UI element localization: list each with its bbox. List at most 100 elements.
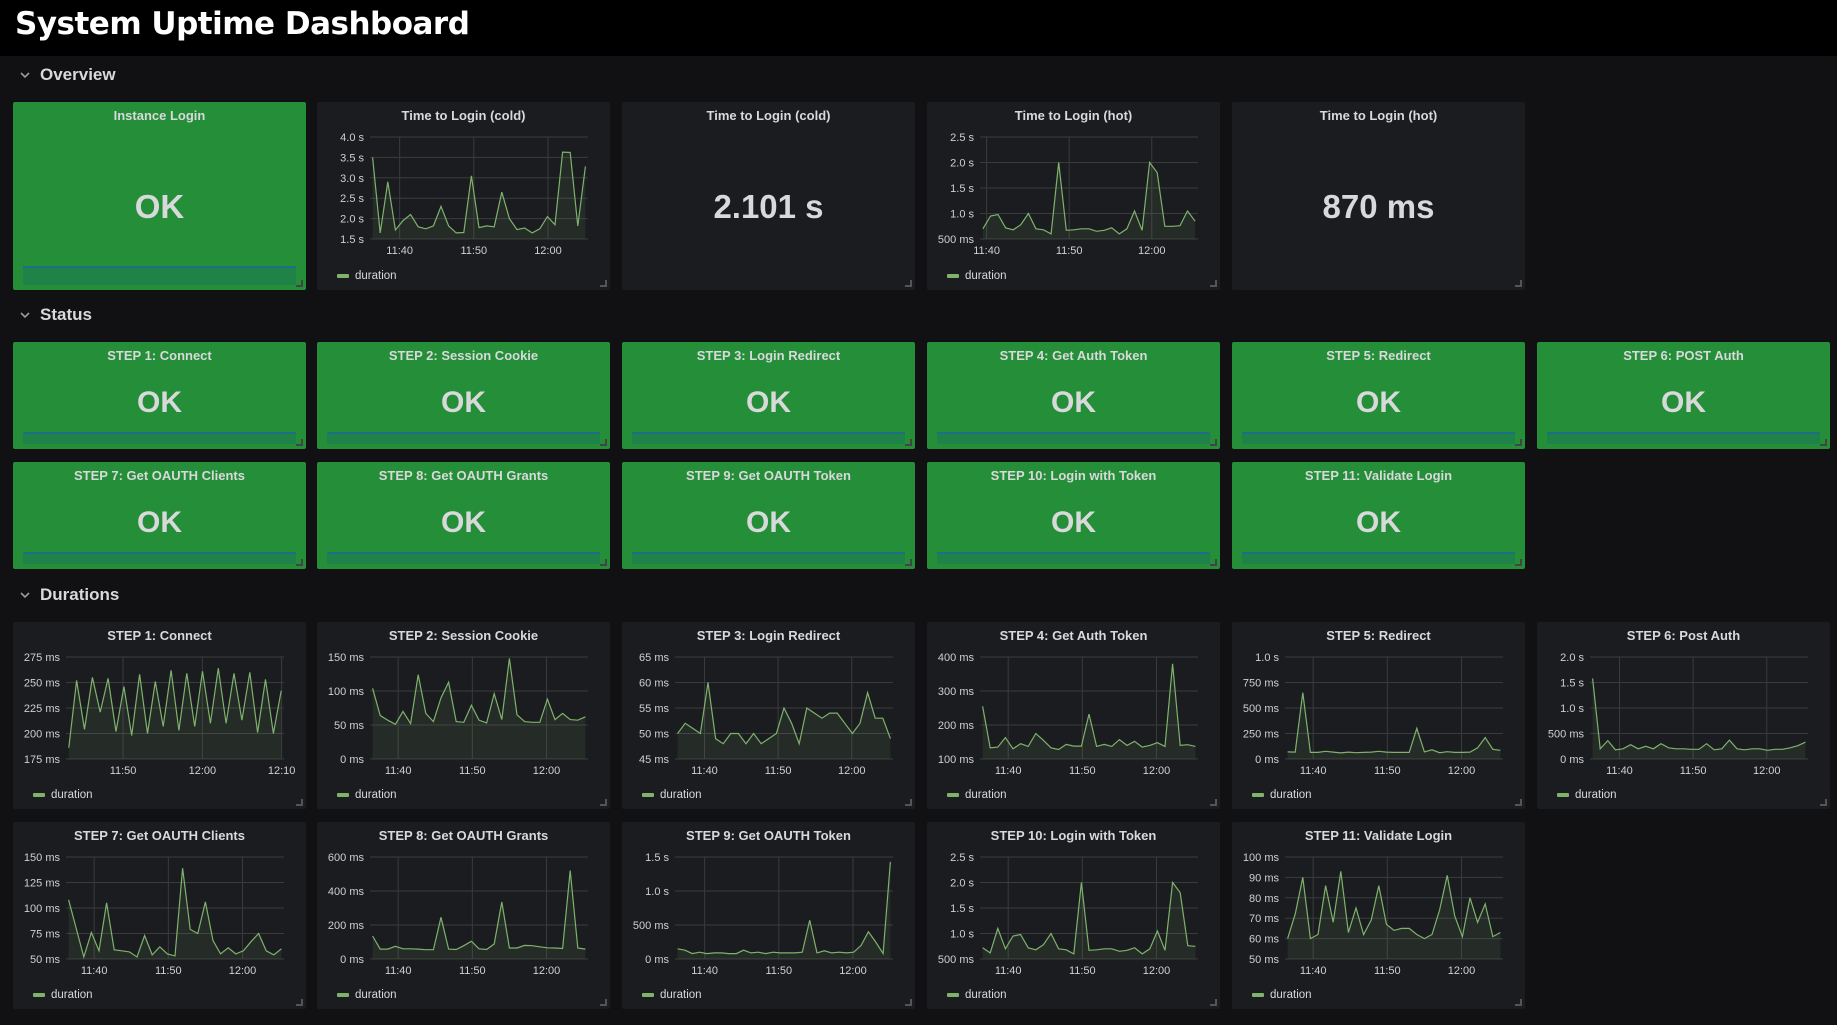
sparkline-bar — [23, 552, 296, 564]
y-tick-label: 1.5 s — [340, 234, 364, 246]
status-panel-step-3[interactable]: STEP 3: Login Redirect OK — [622, 342, 915, 449]
duration-graph-step-8[interactable]: STEP 8: Get OAUTH Grants duration 0 ms 20… — [317, 822, 610, 1009]
y-tick-label: 600 ms — [328, 852, 365, 864]
series-line-duration[interactable] — [1287, 692, 1501, 754]
chart-svg[interactable]: 0 ms 200 ms 400 ms 600 ms 11:40 11:50 12:00 — [317, 822, 610, 1009]
y-tick-label: 275 ms — [24, 652, 61, 664]
resize-handle[interactable] — [296, 280, 303, 287]
status-panel-step-11[interactable]: STEP 11: Validate Login OK — [1232, 462, 1525, 569]
hot-login-graph-panel[interactable]: Time to Login (hot) duration 500 ms 1.0 s… — [927, 102, 1220, 290]
chart-svg[interactable]: 500 ms 1.0 s 1.5 s 2.0 s 2.5 s 11:40 11:50 12:0… — [927, 102, 1220, 290]
sparkline-bar — [23, 432, 296, 444]
x-tick-label: 11:50 — [1069, 765, 1096, 777]
status-panel-step-8[interactable]: STEP 8: Get OAUTH Grants OK — [317, 462, 610, 569]
chart-svg[interactable]: 175 ms 200 ms 225 ms 250 ms 275 ms 11:50 12:00… — [13, 622, 306, 809]
row-header-status[interactable]: Status — [18, 304, 92, 326]
x-tick-label: 11:40 — [973, 245, 1000, 257]
cold-login-stat-panel[interactable]: Time to Login (cold) 2.101 s — [622, 102, 915, 290]
status-panel-step-4[interactable]: STEP 4: Get Auth Token OK — [927, 342, 1220, 449]
resize-handle[interactable] — [905, 439, 912, 446]
chart-svg[interactable]: 50 ms 60 ms 70 ms 80 ms 90 ms 100 ms 11:40 11:5… — [1232, 822, 1525, 1009]
sparkline-bar — [632, 432, 905, 444]
chart-svg[interactable]: 45 ms 50 ms 55 ms 60 ms 65 ms 11:40 11:50 12:00 — [622, 622, 915, 809]
stat-value: 2.101 s — [713, 188, 824, 225]
status-value: OK — [441, 506, 486, 539]
x-tick-label: 12:00 — [533, 965, 561, 977]
series-line-duration[interactable] — [68, 868, 282, 960]
status-panel-step-1[interactable]: STEP 1: Connect OK — [13, 342, 306, 449]
resize-handle[interactable] — [1210, 439, 1217, 446]
chart-svg[interactable]: 1.5 s 2.0 s 2.5 s 3.0 s 3.5 s 4.0 s 11:40 11:50… — [317, 102, 610, 290]
status-value: OK — [134, 188, 185, 225]
series-area — [1287, 692, 1501, 759]
resize-handle[interactable] — [1515, 280, 1522, 287]
series-area — [68, 668, 282, 759]
duration-graph-step-7[interactable]: STEP 7: Get OAUTH Clients duration 50 ms… — [13, 822, 306, 1009]
resize-handle[interactable] — [600, 439, 607, 446]
duration-graph-step-1[interactable]: STEP 1: Connect duration 175 ms 200 ms 225… — [13, 622, 306, 809]
y-tick-label: 1.5 s — [950, 183, 974, 195]
resize-handle[interactable] — [1515, 559, 1522, 566]
row-header-durations[interactable]: Durations — [18, 584, 119, 606]
instance-login-panel[interactable]: Instance Login OK — [13, 102, 306, 290]
duration-graph-step-10[interactable]: STEP 10: Login with Token duration 500 m… — [927, 822, 1220, 1009]
sparkline-bar — [1547, 432, 1820, 444]
duration-graph-step-3[interactable]: STEP 3: Login Redirect duration 45 ms 50 … — [622, 622, 915, 809]
chart-svg[interactable]: 0 ms 500 ms 1.0 s 1.5 s 11:40 11:50 12:00 — [622, 822, 915, 1009]
duration-graph-step-9[interactable]: STEP 9: Get OAUTH Token duration 0 ms 500… — [622, 822, 915, 1009]
duration-graph-step-11[interactable]: STEP 11: Validate Login duration 50 ms 60… — [1232, 822, 1525, 1009]
row-header-overview[interactable]: Overview — [18, 64, 116, 86]
chart-svg[interactable]: 500 ms 1.0 s 1.5 s 2.0 s 2.5 s 11:40 11:50 12:0… — [927, 822, 1220, 1009]
y-tick-label: 125 ms — [24, 878, 61, 890]
duration-graph-step-4[interactable]: STEP 4: Get Auth Token duration 100 ms 20… — [927, 622, 1220, 809]
resize-handle[interactable] — [1820, 439, 1827, 446]
panel-title: STEP 2: Session Cookie — [388, 348, 539, 363]
x-tick-label: 12:00 — [838, 765, 866, 777]
hot-login-stat-panel[interactable]: Time to Login (hot) 870 ms — [1232, 102, 1525, 290]
x-tick-label: 11:40 — [995, 965, 1022, 977]
resize-handle[interactable] — [296, 439, 303, 446]
series-line-duration[interactable] — [1592, 678, 1806, 751]
status-panel-step-7[interactable]: STEP 7: Get OAUTH Clients OK — [13, 462, 306, 569]
y-tick-label: 250 ms — [1243, 729, 1280, 741]
y-tick-label: 50 ms — [639, 729, 669, 741]
duration-graph-step-6[interactable]: STEP 6: Post Auth duration 0 ms 500 ms 1.0… — [1537, 622, 1830, 809]
series-line-duration[interactable] — [677, 861, 891, 956]
chart-svg[interactable]: 0 ms 500 ms 1.0 s 1.5 s 2.0 s 11:40 11:50 12:00 — [1537, 622, 1830, 809]
chart-svg[interactable]: 50 ms 75 ms 100 ms 125 ms 150 ms 11:40 11:50 12… — [13, 822, 306, 1009]
chevron-down-icon — [18, 588, 32, 602]
resize-handle[interactable] — [1210, 559, 1217, 566]
cold-login-graph-panel[interactable]: Time to Login (cold) duration 1.5 s 2.0 s… — [317, 102, 610, 290]
y-tick-label: 2.0 s — [950, 878, 974, 890]
y-tick-label: 2.0 s — [1560, 652, 1584, 664]
panel-title: STEP 5: Redirect — [1326, 348, 1431, 363]
resize-handle[interactable] — [905, 559, 912, 566]
status-panel-step-5[interactable]: STEP 5: Redirect OK — [1232, 342, 1525, 449]
x-tick-label: 12:00 — [1143, 765, 1171, 777]
chart-svg[interactable]: 100 ms 200 ms 300 ms 400 ms 11:40 11:50 12:00 — [927, 622, 1220, 809]
duration-graph-step-5[interactable]: STEP 5: Redirect duration 0 ms 250 ms 500 … — [1232, 622, 1525, 809]
y-tick-label: 150 ms — [24, 852, 61, 864]
y-tick-label: 500 ms — [938, 954, 975, 966]
y-tick-label: 1.0 s — [1560, 703, 1584, 715]
y-tick-label: 80 ms — [1249, 893, 1279, 905]
resize-handle[interactable] — [905, 280, 912, 287]
sparkline-bar — [327, 552, 600, 564]
chart-svg[interactable]: 0 ms 50 ms 100 ms 150 ms 11:40 11:50 12:00 — [317, 622, 610, 809]
x-tick-label: 11:50 — [1056, 245, 1083, 257]
resize-handle[interactable] — [600, 559, 607, 566]
resize-handle[interactable] — [1515, 439, 1522, 446]
duration-graph-step-2[interactable]: STEP 2: Session Cookie duration 0 ms 50 m… — [317, 622, 610, 809]
series-line-duration[interactable] — [372, 870, 586, 951]
status-panel-step-2[interactable]: STEP 2: Session Cookie OK — [317, 342, 610, 449]
sparkline-bar — [937, 432, 1210, 444]
y-tick-label: 500 ms — [633, 920, 670, 932]
resize-handle[interactable] — [296, 559, 303, 566]
y-tick-label: 500 ms — [1548, 729, 1585, 741]
status-panel-step-10[interactable]: STEP 10: Login with Token OK — [927, 462, 1220, 569]
status-value: OK — [441, 386, 486, 419]
status-panel-step-6[interactable]: STEP 6: POST Auth OK — [1537, 342, 1830, 449]
y-tick-label: 1.5 s — [1560, 678, 1584, 690]
status-panel-step-9[interactable]: STEP 9: Get OAUTH Token OK — [622, 462, 915, 569]
chart-svg[interactable]: 0 ms 250 ms 500 ms 750 ms 1.0 s 11:40 11:50 12:… — [1232, 622, 1525, 809]
